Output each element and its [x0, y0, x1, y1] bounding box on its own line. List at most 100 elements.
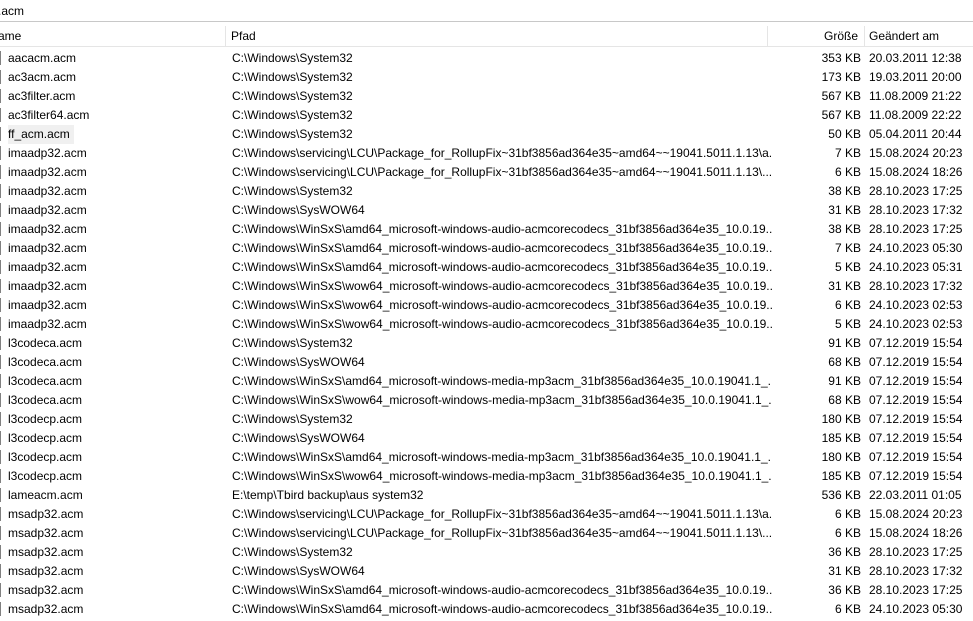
file-icon	[0, 393, 1, 407]
file-path: C:\Windows\WinSxS\amd64_microsoft-window…	[232, 260, 772, 274]
file-size: 38 KB	[828, 222, 861, 236]
file-size: 6 KB	[834, 507, 861, 521]
file-path: C:\Windows\servicing\LCU\Package_for_Rol…	[232, 165, 772, 179]
file-icon	[0, 127, 1, 141]
file-name: imaadp32.acm	[8, 317, 87, 331]
table-row[interactable]: ff_acm.acm C:\Windows\System32 50 KB 05.04.…	[0, 125, 973, 144]
file-modified: 05.04.2011 20:44	[869, 127, 962, 141]
column-divider[interactable]	[225, 26, 226, 46]
table-row[interactable]: imaadp32.acm C:\Windows\SysWOW64 31 KB 28.1…	[0, 201, 973, 220]
file-name: l3codeca.acm	[8, 355, 83, 369]
table-row[interactable]: l3codeca.acm C:\Windows\WinSxS\amd64_micr…	[0, 372, 973, 391]
file-icon	[0, 165, 1, 179]
table-row[interactable]: msadp32.acm C:\Windows\WinSxS\amd64_micro…	[0, 581, 973, 600]
file-icon	[0, 336, 1, 350]
table-row[interactable]: l3codecp.acm C:\Windows\SysWOW64 185 KB 07.…	[0, 429, 973, 448]
table-row[interactable]: lameacm.acm E:\temp\Tbird backup\aus syst…	[0, 486, 973, 505]
table-row[interactable]: imaadp32.acm C:\Windows\WinSxS\wow64_micr…	[0, 315, 973, 334]
table-row[interactable]: l3codecp.acm C:\Windows\WinSxS\wow64_micr…	[0, 467, 973, 486]
file-icon	[0, 450, 1, 464]
file-name: imaadp32.acm	[8, 298, 87, 312]
file-path: C:\Windows\System32	[232, 108, 353, 122]
file-icon	[0, 488, 1, 502]
file-path: C:\Windows\WinSxS\wow64_microsoft-window…	[232, 393, 772, 407]
file-modified: 28.10.2023 17:25	[869, 184, 963, 198]
file-modified: 24.10.2023 02:53	[869, 317, 963, 331]
file-name: lameacm.acm	[8, 488, 83, 502]
column-header-size[interactable]: Größe	[772, 26, 858, 46]
file-name: imaadp32.acm	[8, 165, 87, 179]
table-row[interactable]: imaadp32.acm C:\Windows\WinSxS\amd64_micr…	[0, 239, 973, 258]
file-modified: 22.03.2011 01:05	[869, 488, 962, 502]
results-list: aacacm.acm C:\Windows\System32 353 KB 20.03…	[0, 49, 973, 619]
file-path: C:\Windows\System32	[232, 184, 353, 198]
file-modified: 24.10.2023 05:30	[869, 602, 963, 616]
file-icon	[0, 108, 1, 122]
file-path: C:\Windows\System32	[232, 336, 353, 350]
file-path: C:\Windows\WinSxS\wow64_microsoft-window…	[232, 298, 772, 312]
file-icon	[0, 89, 1, 103]
table-row[interactable]: ac3filter.acm C:\Windows\System32 567 KB 11…	[0, 87, 973, 106]
search-input[interactable]	[0, 2, 958, 20]
file-modified: 07.12.2019 15:54	[869, 393, 963, 407]
table-row[interactable]: imaadp32.acm C:\Windows\WinSxS\amd64_micr…	[0, 220, 973, 239]
file-modified: 20.03.2011 12:38	[869, 51, 962, 65]
table-row[interactable]: imaadp32.acm C:\Windows\WinSxS\amd64_micr…	[0, 258, 973, 277]
file-name: l3codecp.acm	[8, 431, 83, 445]
table-row[interactable]: msadp32.acm C:\Windows\WinSxS\amd64_micro…	[0, 600, 973, 619]
file-icon	[0, 298, 1, 312]
file-modified: 07.12.2019 15:54	[869, 336, 963, 350]
file-path: C:\Windows\SysWOW64	[232, 355, 365, 369]
table-row[interactable]: imaadp32.acm C:\Windows\System32 38 KB 28.1…	[0, 182, 973, 201]
file-modified: 24.10.2023 05:30	[869, 241, 963, 255]
column-header-path[interactable]: Pfad	[231, 26, 761, 46]
table-row[interactable]: ac3filter64.acm C:\Windows\System32 567 KB…	[0, 106, 973, 125]
file-path: C:\Windows\WinSxS\amd64_microsoft-window…	[232, 583, 772, 597]
table-row[interactable]: aacacm.acm C:\Windows\System32 353 KB 20.03…	[0, 49, 973, 68]
file-path: C:\Windows\WinSxS\wow64_microsoft-window…	[232, 279, 772, 293]
file-icon	[0, 564, 1, 578]
file-name: imaadp32.acm	[8, 279, 87, 293]
table-row[interactable]: l3codecp.acm C:\Windows\System32 180 KB 07.…	[0, 410, 973, 429]
table-row[interactable]: msadp32.acm C:\Windows\SysWOW64 31 KB 28.10…	[0, 562, 973, 581]
table-row[interactable]: msadp32.acm C:\Windows\servicing\LCU\Pack…	[0, 505, 973, 524]
file-icon	[0, 602, 1, 616]
file-name: msadp32.acm	[8, 526, 84, 540]
file-size: 536 KB	[821, 488, 861, 502]
table-row[interactable]: ac3acm.acm C:\Windows\System32 173 KB 19.03…	[0, 68, 973, 87]
file-icon	[0, 317, 1, 331]
file-size: 185 KB	[821, 469, 861, 483]
table-row[interactable]: l3codeca.acm C:\Windows\WinSxS\wow64_micr…	[0, 391, 973, 410]
file-path: C:\Windows\System32	[232, 70, 353, 84]
table-row[interactable]: l3codeca.acm C:\Windows\SysWOW64 68 KB 07.1…	[0, 353, 973, 372]
table-row[interactable]: imaadp32.acm C:\Windows\servicing\LCU\Pac…	[0, 144, 973, 163]
file-size: 38 KB	[828, 184, 861, 198]
file-path: C:\Windows\SysWOW64	[232, 564, 365, 578]
column-divider[interactable]	[864, 26, 865, 46]
file-name: aacacm.acm	[8, 51, 77, 65]
file-size: 68 KB	[828, 355, 861, 369]
table-row[interactable]: imaadp32.acm C:\Windows\WinSxS\wow64_micr…	[0, 277, 973, 296]
file-name: l3codeca.acm	[8, 336, 83, 350]
table-row[interactable]: imaadp32.acm C:\Windows\servicing\LCU\Pac…	[0, 163, 973, 182]
file-modified: 28.10.2023 17:32	[869, 564, 963, 578]
file-name: msadp32.acm	[8, 602, 84, 616]
file-path: C:\Windows\WinSxS\amd64_microsoft-window…	[232, 241, 772, 255]
file-path: C:\Windows\System32	[232, 51, 353, 65]
file-path: C:\Windows\WinSxS\amd64_microsoft-window…	[232, 450, 772, 464]
column-header: ame Pfad Größe Geändert am	[0, 26, 973, 47]
table-row[interactable]: msadp32.acm C:\Windows\servicing\LCU\Pack…	[0, 524, 973, 543]
column-header-modified[interactable]: Geändert am	[869, 26, 969, 46]
file-modified: 15.08.2024 18:26	[869, 526, 963, 540]
file-icon	[0, 412, 1, 426]
column-divider[interactable]	[767, 26, 768, 46]
file-name: l3codeca.acm	[8, 393, 83, 407]
column-header-name[interactable]: ame	[0, 26, 218, 46]
file-path: C:\Windows\System32	[232, 89, 353, 103]
file-path: E:\temp\Tbird backup\aus system32	[232, 488, 424, 502]
table-row[interactable]: l3codecp.acm C:\Windows\WinSxS\amd64_micr…	[0, 448, 973, 467]
table-row[interactable]: l3codeca.acm C:\Windows\System32 91 KB 07.1…	[0, 334, 973, 353]
file-icon	[0, 507, 1, 521]
table-row[interactable]: imaadp32.acm C:\Windows\WinSxS\wow64_micr…	[0, 296, 973, 315]
table-row[interactable]: msadp32.acm C:\Windows\System32 36 KB 28.10…	[0, 543, 973, 562]
